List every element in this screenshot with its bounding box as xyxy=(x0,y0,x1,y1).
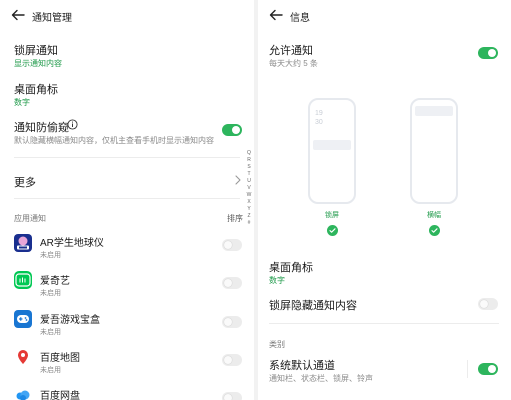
toggle-knob xyxy=(224,318,232,326)
hide-lock-content-title: 锁屏隐藏通知内容 xyxy=(269,300,357,312)
hide-lock-content-toggle[interactable] xyxy=(478,298,498,310)
app-name: 爱吾游戏宝盒 xyxy=(40,315,100,326)
app-notifications-label: 应用通知 xyxy=(14,214,46,223)
app-name: 爱奇艺 xyxy=(40,276,70,287)
preview-clock-minute: 30 xyxy=(315,119,323,126)
lock-screen-phone-preview: 19 30 xyxy=(308,98,356,204)
anti-peek-description: 默认隐藏横幅通知内容，仅机主查看手机时显示通知内容 xyxy=(14,136,214,145)
toggle-knob xyxy=(224,394,232,400)
default-channel-title: 系统默认通道 xyxy=(269,360,335,372)
alphabet-letter[interactable]: U xyxy=(247,178,251,185)
alphabet-letter[interactable]: Y xyxy=(247,206,250,213)
toggle-knob xyxy=(224,241,232,249)
toggle-knob xyxy=(480,300,488,308)
alphabet-letter[interactable]: Z xyxy=(247,213,250,220)
baidu-netdisk-icon xyxy=(14,386,32,400)
next-channel-title[interactable]: ... xyxy=(269,394,278,400)
alphabet-letter[interactable]: X xyxy=(247,199,250,206)
desktop-badge-title: 桌面角标 xyxy=(269,262,313,274)
toggle-knob xyxy=(232,126,240,134)
allow-notifications-title: 允许通知 xyxy=(269,45,313,57)
info-icon[interactable] xyxy=(67,119,78,130)
default-channel-toggle[interactable] xyxy=(478,363,498,375)
app-name: 百度地图 xyxy=(40,353,80,364)
app-status: 未启用 xyxy=(40,367,61,374)
anti-peek-toggle[interactable] xyxy=(222,124,242,136)
back-arrow-icon[interactable] xyxy=(268,7,284,23)
notification-management-panel: 通知管理 锁屏通知 显示通知内容 桌面角标 数字 通知防偷窥 默认隐藏横幅通知内… xyxy=(0,0,254,400)
toggle-knob xyxy=(488,365,496,373)
preview-clock-hour: 19 xyxy=(315,110,323,117)
desktop-badge-title: 桌面角标 xyxy=(14,84,58,96)
app-toggle[interactable] xyxy=(222,354,242,366)
divider xyxy=(14,157,240,158)
alphabet-letter[interactable]: W xyxy=(247,192,252,199)
anti-peek-title: 通知防偷窥 xyxy=(14,122,69,134)
desktop-badge-value: 数字 xyxy=(14,98,30,107)
lock-screen-title: 锁屏通知 xyxy=(14,45,58,57)
game-box-icon xyxy=(14,310,32,328)
divider xyxy=(269,323,499,324)
back-arrow-icon[interactable] xyxy=(10,7,26,23)
page-title: 通知管理 xyxy=(32,13,72,24)
app-toggle[interactable] xyxy=(222,316,242,328)
left-topbar: 通知管理 xyxy=(0,0,254,30)
app-status: 未启用 xyxy=(40,290,61,297)
app-name: 百度网盘 xyxy=(40,391,80,400)
alphabet-letter[interactable]: Q xyxy=(247,150,251,157)
lock-screen-label: 锁屏 xyxy=(325,212,339,219)
more-title: 更多 xyxy=(14,177,36,189)
app-toggle[interactable] xyxy=(222,392,242,400)
divider xyxy=(14,198,240,199)
alphabet-letter[interactable]: # xyxy=(248,220,251,227)
category-label: 类别 xyxy=(269,340,285,349)
preview-notification-bar xyxy=(313,140,351,150)
chevron-right-icon xyxy=(235,175,241,185)
alphabet-letter[interactable]: R xyxy=(247,157,251,164)
vertical-divider xyxy=(467,360,468,378)
allow-notifications-sub: 每天大约 5 条 xyxy=(269,59,318,68)
preview-banner-bar xyxy=(415,106,453,116)
lock-screen-value: 显示通知内容 xyxy=(14,59,62,68)
app-toggle[interactable] xyxy=(222,277,242,289)
check-icon xyxy=(327,225,338,236)
sort-button[interactable]: 排序 xyxy=(227,213,243,224)
toggle-knob xyxy=(488,49,496,57)
alphabet-letter[interactable]: T xyxy=(247,171,250,178)
right-topbar: 信息 xyxy=(258,0,511,30)
allow-notifications-toggle[interactable] xyxy=(478,47,498,59)
banner-label: 横幅 xyxy=(427,212,441,219)
toggle-knob xyxy=(224,356,232,364)
default-channel-sub: 通知栏、状态栏、锁屏、铃声 xyxy=(269,374,373,383)
ar-globe-icon xyxy=(14,234,32,252)
alphabet-index[interactable]: Q R S T U V W X Y Z # xyxy=(245,150,253,227)
app-toggle[interactable] xyxy=(222,239,242,251)
baidu-map-icon xyxy=(14,348,32,366)
app-status: 未启用 xyxy=(40,329,61,336)
banner-phone-preview xyxy=(410,98,458,204)
message-app-notification-panel: 信息 允许通知 每天大约 5 条 19 30 锁屏 横幅 桌面角标 数字 锁屏隐… xyxy=(258,0,511,400)
app-name: AR学生地球仪 xyxy=(40,238,104,249)
check-icon xyxy=(429,225,440,236)
iqiyi-icon xyxy=(14,271,32,289)
app-status: 未启用 xyxy=(40,252,61,259)
alphabet-letter[interactable]: V xyxy=(247,185,250,192)
page-title: 信息 xyxy=(290,13,310,24)
desktop-badge-value: 数字 xyxy=(269,276,285,285)
alphabet-letter[interactable]: S xyxy=(247,164,250,171)
toggle-knob xyxy=(224,279,232,287)
